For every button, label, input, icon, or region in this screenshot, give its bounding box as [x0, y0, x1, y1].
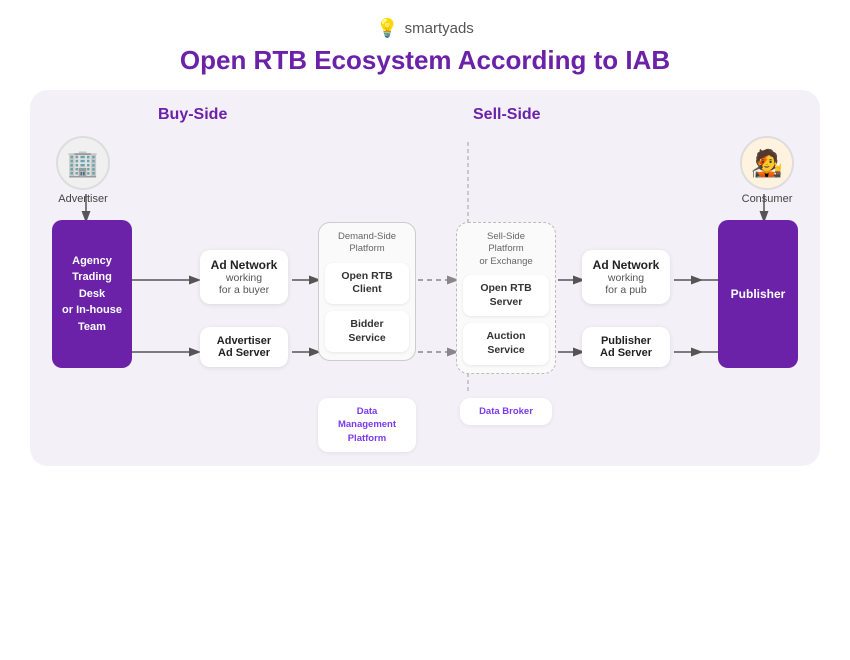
buy-network-card: Ad Network workingfor a buyer — [200, 250, 288, 304]
advertiser-icon: 🏢 — [56, 136, 110, 190]
advertiser-ad-server-title: AdvertiserAd Server — [210, 335, 278, 359]
buy-network-sub: workingfor a buyer — [210, 272, 278, 296]
advertiser-label: Advertiser — [58, 193, 108, 205]
dsp-label: Demand-SidePlatform — [338, 231, 396, 256]
publisher-ad-server-card: PublisherAd Server — [582, 327, 670, 367]
dmp-label: DataManagementPlatform — [338, 406, 396, 444]
consumer-column: 🧑‍🎤 Consumer — [740, 136, 794, 205]
agency-label: AgencyTrading Deskor In-houseTeam — [60, 253, 124, 336]
sell-network-card: Ad Network workingfor a pub — [582, 250, 670, 304]
agency-box: AgencyTrading Deskor In-houseTeam — [52, 220, 132, 368]
logo-icon: 💡 — [376, 18, 398, 39]
consumer-icon: 🧑‍🎤 — [740, 136, 794, 190]
open-rtb-client-card: Open RTBClient — [325, 263, 409, 304]
publisher-ad-server-label: PublisherAd Server — [592, 335, 660, 359]
advertiser-ad-server-card: AdvertiserAd Server — [200, 327, 288, 367]
data-broker-label: Data Broker — [479, 406, 533, 417]
diagram-arrows — [48, 132, 802, 462]
ssp-label: Sell-SidePlatformor Exchange — [479, 231, 532, 268]
buy-side-label: Buy-Side — [158, 106, 227, 124]
open-rtb-server-card: Open RTBServer — [463, 275, 549, 316]
diagram-container: Buy-Side Sell-Side — [30, 90, 820, 466]
page-title: Open RTB Ecosystem According to IAB — [180, 45, 670, 76]
logo-text: smartyads — [405, 20, 474, 37]
sell-network-sub: workingfor a pub — [592, 272, 660, 296]
logo-area: 💡 smartyads — [376, 18, 474, 39]
bidder-service-card: BidderService — [325, 311, 409, 352]
publisher-label: Publisher — [731, 285, 786, 303]
consumer-label: Consumer — [742, 193, 793, 205]
data-broker-card: Data Broker — [460, 398, 552, 425]
auction-service-card: AuctionService — [463, 323, 549, 364]
publisher-box: Publisher — [718, 220, 798, 368]
page: 💡 smartyads Open RTB Ecosystem According… — [0, 0, 850, 660]
sell-side-label: Sell-Side — [473, 106, 541, 124]
buy-network-title: Ad Network — [210, 258, 278, 272]
dsp-container: Demand-SidePlatform Open RTBClient Bidde… — [318, 222, 416, 361]
dmp-card: DataManagementPlatform — [318, 398, 416, 452]
advertiser-column: 🏢 Advertiser — [56, 136, 110, 205]
ssp-container: Sell-SidePlatformor Exchange Open RTBSer… — [456, 222, 556, 374]
sell-network-title: Ad Network — [592, 258, 660, 272]
